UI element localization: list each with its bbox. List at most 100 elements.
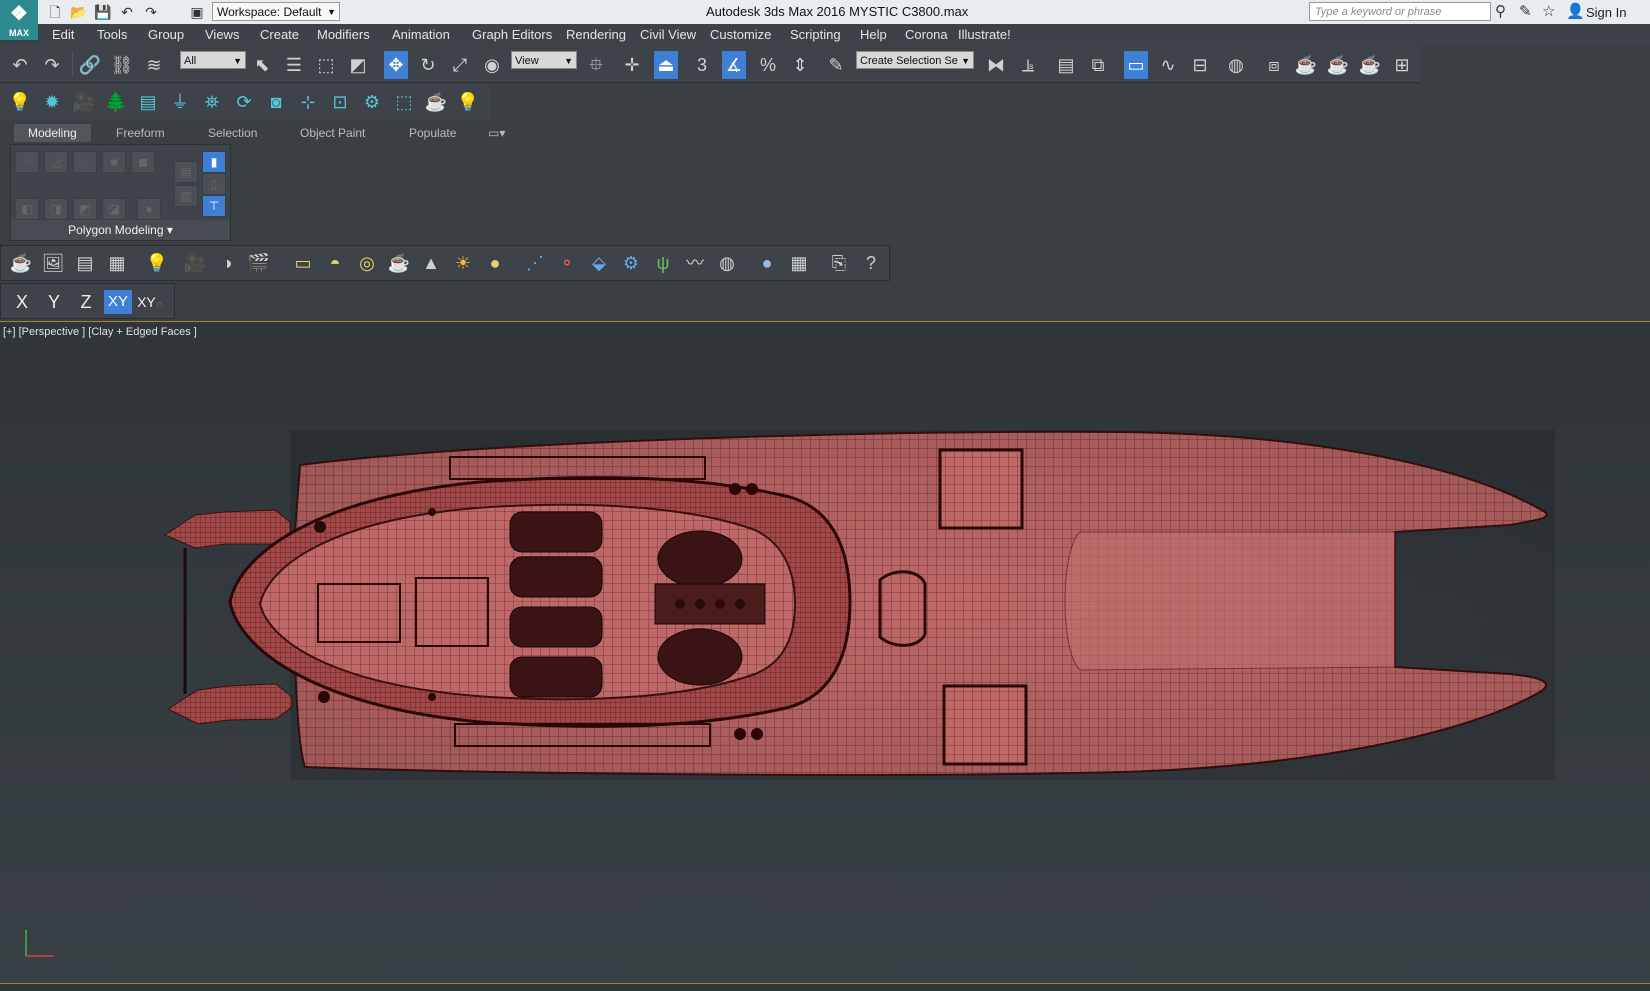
menu-scripting[interactable]: Scripting: [790, 27, 841, 42]
select-manipulate-icon[interactable]: ✛: [620, 53, 644, 77]
help-icon[interactable]: ?: [859, 251, 883, 275]
bulb-settings-icon[interactable]: 💡: [456, 90, 480, 114]
light-bulb-icon[interactable]: 💡: [8, 90, 32, 114]
menu-group[interactable]: Group: [148, 27, 184, 42]
element-icon[interactable]: ◼: [131, 151, 155, 173]
search-input[interactable]: Type a keyword or phrase: [1309, 2, 1491, 21]
menu-civil-view[interactable]: Civil View: [640, 27, 696, 42]
ribbon-toggle-icon[interactable]: ▭: [1124, 51, 1148, 79]
polygon-icon[interactable]: ■: [102, 151, 126, 173]
undo-icon[interactable]: ↶: [8, 53, 32, 77]
material-sphere-icon[interactable]: ●: [755, 251, 779, 275]
shell-icon[interactable]: ◍: [715, 251, 739, 275]
menu-corona[interactable]: Corona: [905, 27, 948, 42]
teapot-create-icon[interactable]: ☕: [387, 251, 411, 275]
next-modifier-icon[interactable]: ▥: [174, 185, 198, 207]
show-end-result-icon[interactable]: ▮: [202, 151, 226, 173]
communication-icon[interactable]: ✎: [1519, 3, 1532, 21]
scatter-icon[interactable]: ⋰: [523, 251, 547, 275]
hair-icon[interactable]: 〰: [683, 251, 707, 275]
spotlight-create-icon[interactable]: ◑: [215, 251, 239, 275]
mirror-icon[interactable]: ⧓: [984, 53, 1008, 77]
preserve-uvs-icon[interactable]: ◩: [73, 198, 97, 220]
menu-help[interactable]: Help: [860, 27, 887, 42]
layer-explorer-icon[interactable]: ⧉: [1086, 53, 1110, 77]
unlink-icon[interactable]: ⛓: [110, 53, 134, 77]
new-file-icon[interactable]: 🗋: [46, 3, 64, 21]
snaps-toggle-icon[interactable]: 3: [690, 53, 714, 77]
camera-create-icon[interactable]: 🎥: [183, 251, 207, 275]
percent-snap-icon[interactable]: %: [756, 53, 780, 77]
sun-light-icon[interactable]: ✹: [40, 90, 64, 114]
menu-graph-editors[interactable]: Graph Editors: [472, 27, 552, 42]
menu-modifiers[interactable]: Modifiers: [317, 27, 370, 42]
edit-named-selection-icon[interactable]: ✎: [824, 53, 848, 77]
rectangular-selection-icon[interactable]: ⬚: [314, 53, 338, 77]
select-by-name-icon[interactable]: ☰: [282, 53, 306, 77]
rotate-icon[interactable]: ↻: [416, 53, 440, 77]
menu-create[interactable]: Create: [260, 27, 299, 42]
tab-populate[interactable]: Populate: [409, 126, 456, 140]
lamp-icon[interactable]: ⛯: [200, 90, 224, 114]
rendered-frame-window-icon[interactable]: ☕: [1294, 53, 1318, 77]
light-lister-icon[interactable]: ◙: [264, 90, 288, 114]
place-icon[interactable]: ◉: [480, 53, 504, 77]
toggle-stack-icon[interactable]: ●: [137, 198, 161, 220]
render-settings-icon[interactable]: ▤: [73, 251, 97, 275]
redo-icon[interactable]: ↷: [142, 3, 160, 21]
refresh-light-icon[interactable]: ⟳: [232, 90, 256, 114]
reference-coordinate-dropdown[interactable]: View ▼: [511, 51, 577, 69]
window-crossing-icon[interactable]: ◩: [346, 53, 370, 77]
menu-tools[interactable]: Tools: [97, 27, 127, 42]
collapse-stack-icon[interactable]: ◪: [102, 198, 126, 220]
menu-rendering[interactable]: Rendering: [566, 27, 626, 42]
spinner-snap-icon[interactable]: ⇕: [788, 53, 812, 77]
spotlight-icon[interactable]: ⏚: [168, 90, 192, 114]
keyboard-shortcut-override-icon[interactable]: ⏏: [654, 51, 678, 79]
render-iterative-icon[interactable]: ☕: [1358, 53, 1382, 77]
grass-icon[interactable]: ψ: [651, 251, 675, 275]
trees-icon[interactable]: 🌲: [104, 90, 128, 114]
project-folder-icon[interactable]: ▣: [188, 3, 206, 21]
camera-light-icon[interactable]: 🎥: [72, 90, 96, 114]
polygon-modeling-dropdown[interactable]: Polygon Modeling ▾: [11, 220, 230, 240]
named-selection-set-dropdown[interactable]: Create Selection Se ▼: [856, 51, 974, 69]
tab-selection[interactable]: Selection: [208, 126, 257, 140]
pivot-center-icon[interactable]: ⯐: [584, 53, 608, 77]
material-editor-icon[interactable]: ◍: [1224, 53, 1248, 77]
redo-icon[interactable]: ↷: [40, 53, 64, 77]
open-file-icon[interactable]: 📂: [70, 3, 88, 21]
menu-animation[interactable]: Animation: [392, 27, 450, 42]
teapot-render-icon[interactable]: ☕: [9, 251, 33, 275]
workspace-dropdown[interactable]: Workspace: Default ▼: [212, 2, 340, 21]
selection-filter-dropdown[interactable]: All ▼: [180, 51, 246, 69]
bind-space-warp-icon[interactable]: ≋: [142, 53, 166, 77]
particles-icon[interactable]: ⚬: [555, 251, 579, 275]
light-create-icon[interactable]: 💡: [145, 251, 169, 275]
render-to-texture-icon[interactable]: ⊞: [1390, 53, 1414, 77]
vertex-icon[interactable]: ⁘: [15, 151, 39, 173]
perspective-viewport[interactable]: [+] [Perspective ] [Clay + Edged Faces ]: [0, 322, 1650, 983]
render-elements-icon[interactable]: ▦: [787, 251, 811, 275]
axis-xy-button[interactable]: XY: [104, 290, 132, 314]
axis-z-button[interactable]: Z: [72, 290, 100, 314]
save-icon[interactable]: 💾: [94, 3, 112, 21]
binoculars-icon[interactable]: ⚲: [1495, 3, 1506, 21]
gear-icon[interactable]: ⚙: [619, 251, 643, 275]
plane-icon[interactable]: ▭: [291, 251, 315, 275]
menu-customize[interactable]: Customize: [710, 27, 771, 42]
dome-icon[interactable]: ◓: [323, 251, 347, 275]
axis-plane-cycle-button[interactable]: XY∩: [136, 290, 164, 314]
modify-mode-icon[interactable]: ◧: [15, 198, 39, 220]
converter-icon[interactable]: ⎘: [827, 251, 851, 275]
move-icon[interactable]: ✥: [384, 51, 408, 79]
light-target-icon[interactable]: ⊹: [296, 90, 320, 114]
cone-icon[interactable]: ▲: [419, 251, 443, 275]
schematic-view-icon[interactable]: ⊟: [1188, 53, 1212, 77]
select-object-icon[interactable]: ⬉: [250, 53, 274, 77]
list-icon[interactable]: ▤: [136, 90, 160, 114]
align-icon[interactable]: ⫡: [1016, 53, 1040, 77]
link-icon[interactable]: 🔗: [78, 53, 102, 77]
ball-icon[interactable]: ●: [483, 251, 507, 275]
film-camera-icon[interactable]: 🎬: [247, 251, 271, 275]
